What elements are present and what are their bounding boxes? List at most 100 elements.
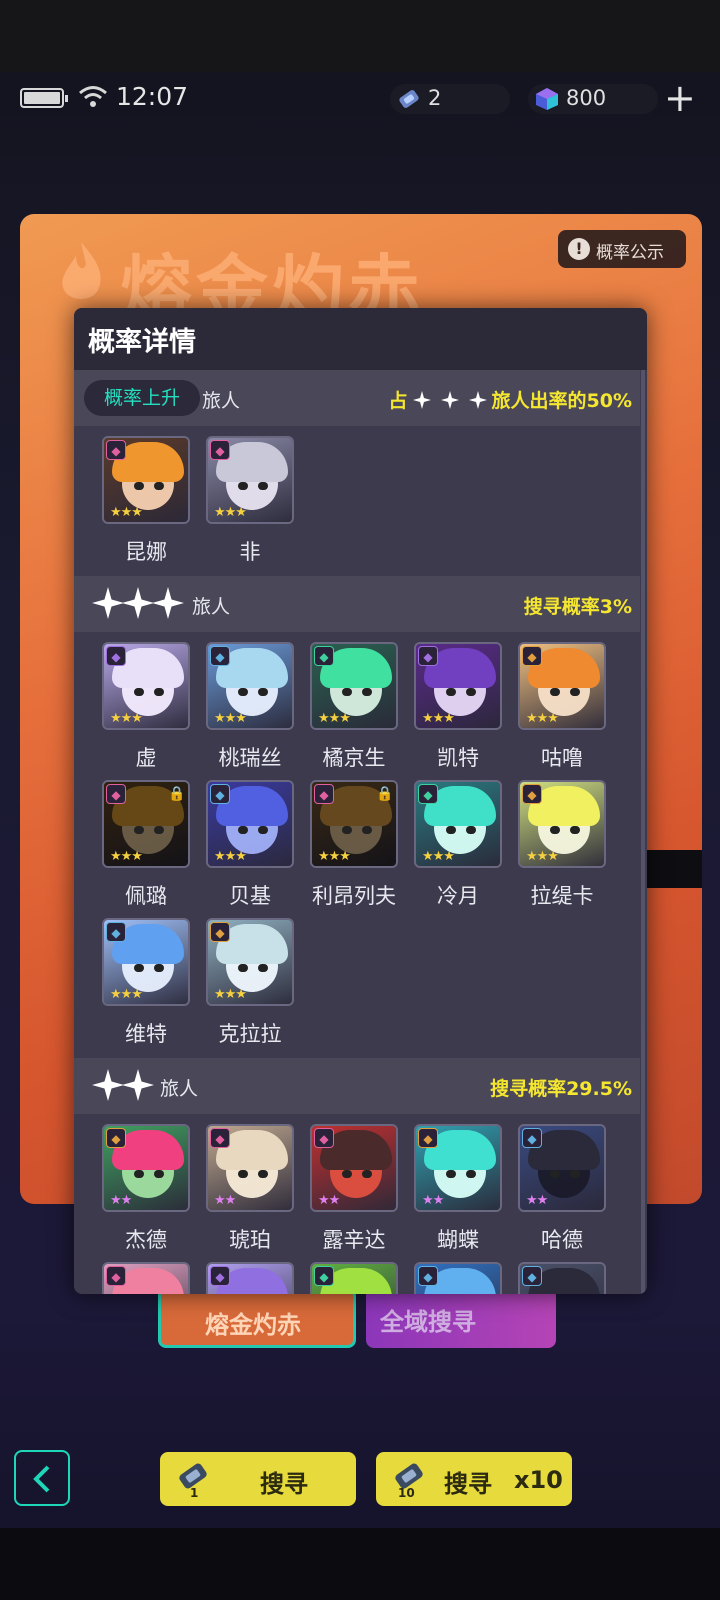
character-name: 维特	[125, 1022, 167, 1046]
character-card[interactable]: ◆ ★★ 蝴蝶	[414, 1124, 502, 1254]
clock: 12:07	[116, 82, 189, 111]
character-card[interactable]: ◆ ★★★ 贝基	[206, 780, 294, 910]
character-card[interactable]: ◆ ★★★ 拉缇卡	[518, 780, 606, 910]
class-icon: ◆	[314, 1128, 334, 1148]
character-card[interactable]: ◆ 🔒 ★★★ 佩璐	[102, 780, 190, 910]
character-card[interactable]: ◆ ★★★ 昆娜	[102, 436, 190, 566]
class-icon: ◆	[210, 1266, 230, 1286]
character-name: 虚	[135, 746, 157, 770]
character-eye	[134, 826, 144, 834]
class-icon: ◆	[106, 440, 126, 460]
character-card[interactable]: ◆ ★★★ 冷月	[414, 780, 502, 910]
character-eye	[342, 826, 352, 834]
search-ten-multiplier: x10	[514, 1466, 563, 1494]
character-card[interactable]: ◆ ★★★ 橘京生	[310, 642, 398, 772]
character-card[interactable]: ◆ ★★★ 非	[206, 436, 294, 566]
tab-label: 全域搜寻	[380, 1308, 476, 1336]
character-card[interactable]: ◆ ★★★ 咕噜	[518, 642, 606, 772]
character-portrait: ◆ ★★★	[102, 918, 190, 1006]
character-name: 贝基	[229, 884, 271, 908]
probability-disclosure-button[interactable]: ! 概率公示	[558, 230, 686, 268]
character-card[interactable]: ◆ ★★★ 虚	[102, 642, 190, 772]
character-card[interactable]: ◆ ★★★ 凯特	[414, 642, 502, 772]
character-portrait: ◆ ★★★	[310, 642, 398, 730]
character-eye	[154, 482, 164, 490]
character-portrait: ◆★★	[414, 1262, 502, 1294]
character-name: 琥珀	[229, 1228, 271, 1252]
character-portrait: ◆★★	[414, 1124, 502, 1212]
star-icon	[412, 390, 431, 409]
card-stars: ★★	[214, 1193, 236, 1208]
character-eye	[258, 826, 268, 834]
card-stars: ★★★	[318, 711, 351, 726]
star-icon	[92, 587, 124, 619]
character-eye	[258, 688, 268, 696]
status-bar: 12:07 2 800 +	[0, 79, 720, 117]
card-stars: ★★★	[110, 987, 143, 1002]
character-eye	[570, 1170, 580, 1178]
character-name: 昆娜	[125, 540, 167, 564]
probability-list[interactable]: 概率上升 旅人占旅人出率的50% ◆ ★★★ 昆娜 ◆ ★★★ 非旅人 搜寻概率3% ◆ ★★★ 虚 ◆…	[74, 370, 647, 1294]
class-icon: ◆	[522, 784, 542, 804]
plus-icon[interactable]: +	[664, 79, 696, 117]
tab-global-search[interactable]: 全域搜寻	[366, 1288, 556, 1348]
character-card[interactable]: ◆ ★★ 露辛达	[310, 1124, 398, 1254]
tab-banner-main[interactable]: 熔金灼赤	[158, 1288, 356, 1348]
character-card[interactable]: ◆ ★★★ 桃瑞丝	[206, 642, 294, 772]
character-card[interactable]: ◆ ★★ 琥珀	[206, 1124, 294, 1254]
ticket-counter[interactable]: 2	[390, 84, 510, 114]
section-header: 旅人 搜寻概率29.5%	[74, 1058, 640, 1114]
character-portrait: ◆★★	[518, 1262, 606, 1294]
character-eye	[570, 826, 580, 834]
search-ten-button[interactable]: 10 搜寻 x10	[376, 1452, 572, 1506]
scrollbar[interactable]	[641, 370, 645, 1294]
character-card[interactable]: ◆ ★★★ 维特	[102, 918, 190, 1048]
rarity-stars	[92, 586, 184, 620]
class-icon: ◆	[418, 646, 438, 666]
character-card[interactable]: ◆ ★★ 杰德	[102, 1124, 190, 1254]
character-eye	[446, 826, 456, 834]
character-portrait: ◆★★	[310, 1124, 398, 1212]
character-card[interactable]: ◆ ★★★ 克拉拉	[206, 918, 294, 1048]
character-name: 杰德	[125, 1228, 167, 1252]
star-icon	[122, 587, 154, 619]
section-name: 旅人	[160, 1078, 199, 1100]
class-icon: ◆	[418, 1266, 438, 1286]
modal-header: 概率详情	[74, 308, 647, 370]
character-portrait: ◆ ★★	[206, 1124, 294, 1212]
info-icon: !	[568, 238, 590, 260]
character-card[interactable]: ◆★★	[310, 1262, 398, 1294]
card-stars: ★★★	[422, 849, 455, 864]
class-icon: ◆	[106, 922, 126, 942]
card-stars: ★★	[422, 1193, 444, 1208]
section-name: 旅人	[202, 390, 241, 412]
search-once-label: 搜寻	[260, 1470, 308, 1498]
top-bar	[0, 0, 720, 72]
character-eye	[134, 688, 144, 696]
class-icon: ◆	[210, 646, 230, 666]
character-portrait: ◆ ★★★	[414, 780, 502, 868]
rate-text: 旅人出率的50%	[491, 390, 632, 412]
back-button[interactable]	[14, 1450, 70, 1506]
character-card[interactable]: ◆★★	[102, 1262, 190, 1294]
character-eye	[238, 964, 248, 972]
character-name: 桃瑞丝	[218, 746, 282, 770]
character-portrait: ◆★★	[206, 1262, 294, 1294]
card-stars: ★★★	[214, 849, 247, 864]
character-eye	[258, 964, 268, 972]
rate-up-badge: 概率上升	[84, 380, 200, 416]
gem-counter[interactable]: 800	[528, 84, 658, 114]
character-eye	[134, 964, 144, 972]
character-name: 凯特	[437, 746, 479, 770]
search-once-button[interactable]: 1 搜寻	[160, 1452, 356, 1506]
bottom-bar	[0, 1528, 720, 1600]
character-card[interactable]: ◆★★	[414, 1262, 502, 1294]
character-card[interactable]: ◆★★	[206, 1262, 294, 1294]
character-card[interactable]: ◆ 🔒 ★★★ 利昂列夫	[310, 780, 398, 910]
character-card[interactable]: ◆ ★★ 哈德	[518, 1124, 606, 1254]
class-icon: ◆	[210, 440, 230, 460]
character-eye	[362, 688, 372, 696]
character-portrait: ◆★★	[102, 1124, 190, 1212]
class-icon: ◆	[210, 1128, 230, 1148]
character-card[interactable]: ◆★★	[518, 1262, 606, 1294]
